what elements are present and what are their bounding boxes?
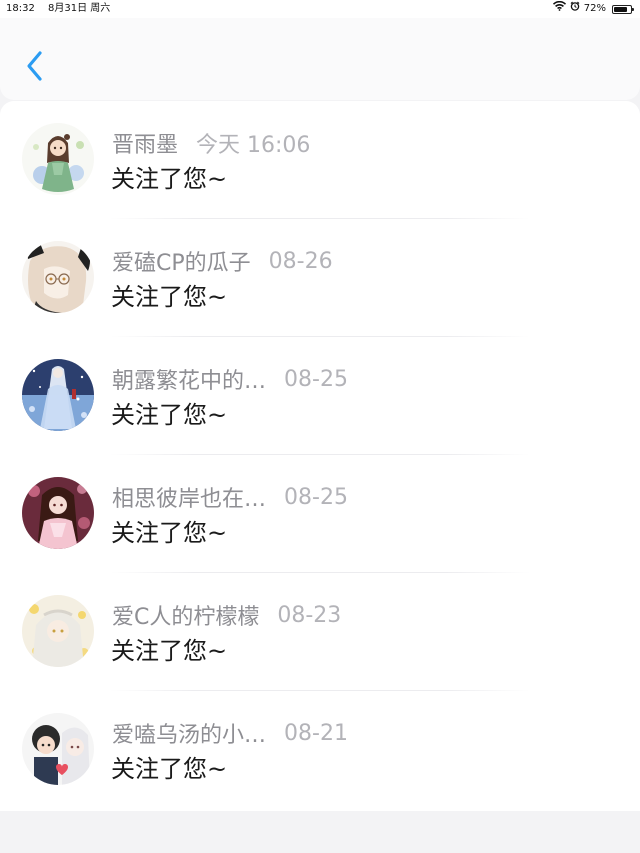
avatar[interactable] — [22, 477, 94, 549]
user-name[interactable]: 相思彼岸也在… — [112, 481, 266, 513]
notification-message: 关注了您~ — [111, 165, 228, 193]
meta-line: 相思彼岸也在… 08-25 — [112, 481, 348, 513]
avatar[interactable] — [22, 713, 94, 785]
user-name[interactable]: 朝露繁花中的… — [112, 363, 266, 395]
status-time: 18:32 — [6, 3, 35, 14]
status-left: 18:32 8月31日 周六 — [6, 0, 120, 18]
battery-level-fill — [614, 6, 627, 12]
user-name[interactable]: 爱磕CP的瓜子 — [112, 245, 251, 277]
notification-message: 关注了您~ — [111, 401, 228, 429]
notification-row[interactable]: 爱磕CP的瓜子 08-26 关注了您~ — [0, 219, 640, 337]
avatar[interactable] — [22, 123, 94, 195]
back-button[interactable] — [18, 46, 52, 86]
status-date: 8月31日 周六 — [48, 3, 111, 14]
notification-message: 关注了您~ — [111, 283, 228, 311]
meta-line: 朝露繁花中的… 08-25 — [112, 363, 348, 395]
notification-row[interactable]: 朝露繁花中的… 08-25 关注了您~ — [0, 337, 640, 455]
meta-line: 爱磕CP的瓜子 08-26 — [112, 245, 333, 277]
chevron-left-icon — [27, 51, 42, 81]
notification-row[interactable]: 晋雨墨 今天 16:06 关注了您~ — [0, 101, 640, 219]
user-name[interactable]: 爱C人的柠檬檬 — [112, 599, 259, 631]
alarm-icon — [570, 0, 580, 18]
battery-icon — [612, 4, 634, 14]
meta-line: 爱嗑乌汤的小… 08-21 — [112, 717, 348, 749]
meta-line: 爱C人的柠檬檬 08-23 — [112, 599, 342, 631]
notification-message: 关注了您~ — [111, 637, 228, 665]
status-bar: 18:32 8月31日 周六 72% — [0, 0, 640, 18]
avatar[interactable] — [22, 359, 94, 431]
follow-notifications-screen: 18:32 8月31日 周六 72% 晋雨墨 今天 16:06 关注了您~ 爱磕… — [0, 0, 640, 853]
battery-percent: 72% — [583, 3, 606, 14]
wifi-icon — [552, 0, 566, 18]
notification-list: 晋雨墨 今天 16:06 关注了您~ 爱磕CP的瓜子 08-26 关注了您~ 朝… — [0, 101, 640, 811]
status-right: 72% — [552, 0, 634, 18]
header-bar — [0, 18, 640, 100]
notification-row[interactable]: 爱嗑乌汤的小… 08-21 关注了您~ — [0, 691, 640, 809]
timestamp: 08-23 — [277, 602, 342, 628]
timestamp: 今天 16:06 — [196, 133, 311, 158]
avatar[interactable] — [22, 595, 94, 667]
notification-row[interactable]: 相思彼岸也在… 08-25 关注了您~ — [0, 455, 640, 573]
timestamp: 08-25 — [284, 484, 348, 510]
notification-message: 关注了您~ — [111, 519, 228, 547]
timestamp: 08-21 — [284, 720, 348, 746]
notification-row[interactable]: 爱C人的柠檬檬 08-23 关注了您~ — [0, 573, 640, 691]
timestamp: 08-25 — [284, 366, 348, 392]
notification-message: 关注了您~ — [111, 755, 228, 783]
meta-line: 晋雨墨 今天 16:06 — [112, 127, 311, 159]
avatar[interactable] — [22, 241, 94, 313]
user-name[interactable]: 爱嗑乌汤的小… — [112, 717, 266, 749]
user-name[interactable]: 晋雨墨 — [112, 127, 178, 159]
timestamp: 08-26 — [268, 248, 333, 274]
